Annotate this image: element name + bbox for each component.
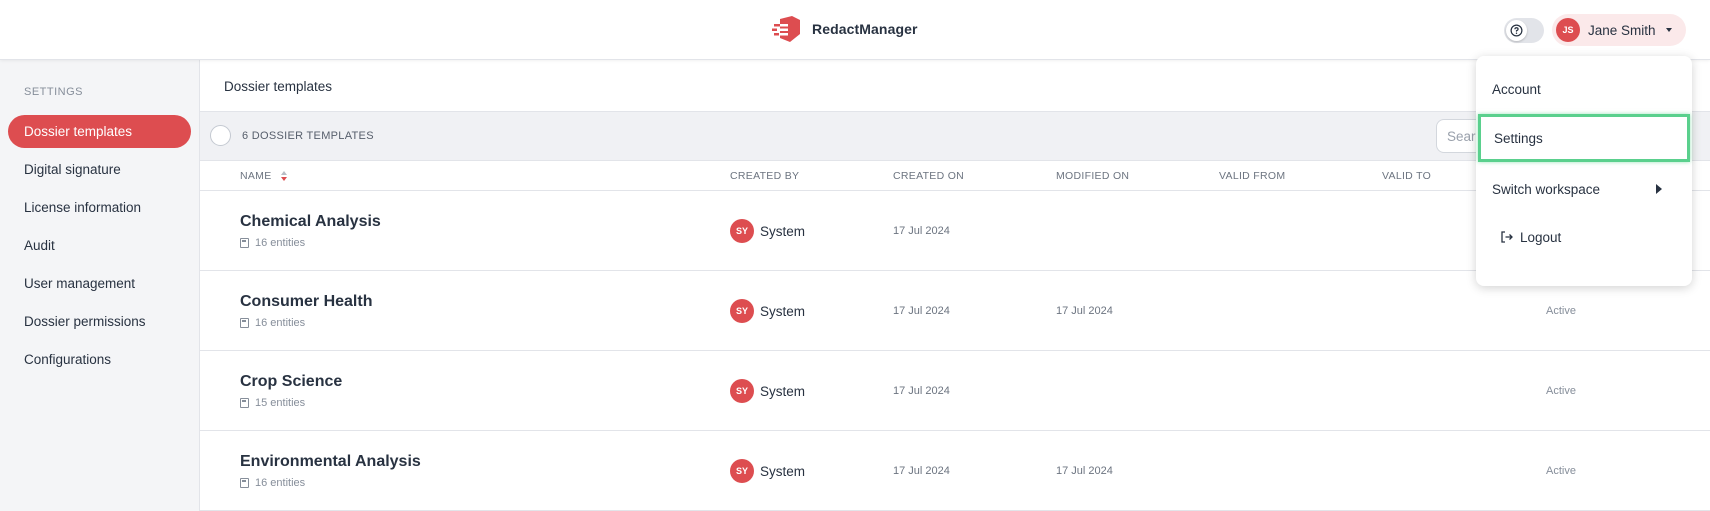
chevron-right-icon <box>1656 184 1662 194</box>
created-by: SY System <box>730 299 805 323</box>
switch-workspace-label: Switch workspace <box>1492 181 1601 197</box>
user-avatar: JS <box>1556 18 1580 42</box>
creator-name: System <box>760 463 806 479</box>
sidebar-item-user-management[interactable]: User management <box>8 267 191 300</box>
modified-on-date: 17 Jul 2024 <box>1056 305 1113 317</box>
document-icon <box>240 478 249 488</box>
top-header: RedactManager JS Jane Smith <box>0 0 1710 60</box>
created-by: SY System <box>730 219 805 243</box>
menu-item-logout[interactable]: Logout <box>1476 215 1692 259</box>
table-row[interactable]: Environmental Analysis 16 entities SY Sy… <box>200 431 1710 511</box>
sidebar-item-dossier-templates[interactable]: Dossier templates <box>8 115 191 148</box>
column-header-created-on[interactable]: CREATED ON <box>893 170 964 182</box>
column-header-name[interactable]: NAME <box>240 170 272 182</box>
created-on-date: 17 Jul 2024 <box>893 465 950 477</box>
creator-name: System <box>760 303 806 319</box>
template-entities: 16 entities <box>240 317 305 329</box>
document-icon <box>240 318 249 328</box>
logout-label: Logout <box>1520 229 1562 245</box>
column-header-valid-to[interactable]: VALID TO <box>1382 170 1431 182</box>
column-header-modified-on[interactable]: MODIFIED ON <box>1056 170 1129 182</box>
templates-count: 6 DOSSIER TEMPLATES <box>242 130 374 142</box>
menu-item-settings[interactable]: Settings <box>1478 114 1690 162</box>
document-icon <box>240 238 249 248</box>
creator-name: System <box>760 383 806 399</box>
page-title: Dossier templates <box>224 79 333 94</box>
sidebar-item-dossier-permissions[interactable]: Dossier permissions <box>8 305 191 338</box>
entities-count: 16 entities <box>255 237 306 249</box>
template-name: Environmental Analysis <box>240 453 421 470</box>
sidebar-item-license-information[interactable]: License information <box>8 191 191 224</box>
creator-avatar: SY <box>730 459 754 483</box>
entities-count: 16 entities <box>255 477 306 489</box>
column-header-valid-from[interactable]: VALID FROM <box>1219 170 1285 182</box>
chevron-down-icon <box>1665 28 1672 32</box>
template-entities: 16 entities <box>240 237 305 249</box>
app-logo[interactable]: RedactManager <box>772 14 918 44</box>
modified-on-date: 17 Jul 2024 <box>1056 465 1113 477</box>
entities-count: 15 entities <box>255 397 306 409</box>
column-header-created-by[interactable]: CREATED BY <box>730 170 799 182</box>
sidebar-item-configurations[interactable]: Configurations <box>8 343 191 376</box>
entities-count: 16 entities <box>255 317 306 329</box>
question-mark-icon <box>1510 24 1523 37</box>
sidebar-item-audit[interactable]: Audit <box>8 229 191 262</box>
creator-avatar: SY <box>730 219 754 243</box>
redactmanager-logo-icon <box>772 16 800 42</box>
created-on-date: 17 Jul 2024 <box>893 225 950 237</box>
template-name: Consumer Health <box>240 293 373 310</box>
template-entities: 15 entities <box>240 397 305 409</box>
menu-item-switch-workspace[interactable]: Switch workspace <box>1476 167 1692 211</box>
user-menu-button[interactable]: JS Jane Smith <box>1552 14 1686 46</box>
status-label: Active <box>1546 385 1576 397</box>
user-name: Jane Smith <box>1588 22 1656 38</box>
template-name: Crop Science <box>240 373 343 390</box>
status-label: Active <box>1546 465 1576 477</box>
creator-name: System <box>760 223 806 239</box>
sidebar-item-digital-signature[interactable]: Digital signature <box>8 153 191 186</box>
menu-item-account[interactable]: Account <box>1476 67 1692 111</box>
user-dropdown-menu: Account Settings Switch workspace Logout <box>1476 56 1692 286</box>
created-by: SY System <box>730 379 805 403</box>
creator-avatar: SY <box>730 379 754 403</box>
select-all-checkbox[interactable] <box>210 125 231 146</box>
created-on-date: 17 Jul 2024 <box>893 385 950 397</box>
help-mode-toggle[interactable] <box>1504 18 1544 43</box>
logout-icon <box>1501 231 1513 243</box>
created-on-date: 17 Jul 2024 <box>893 305 950 317</box>
settings-sidebar: SETTINGS Dossier templates Digital signa… <box>0 60 200 511</box>
app-name: RedactManager <box>812 21 918 37</box>
sort-arrows-icon[interactable] <box>280 170 288 182</box>
template-entities: 16 entities <box>240 477 305 489</box>
created-by: SY System <box>730 459 805 483</box>
status-label: Active <box>1546 305 1576 317</box>
table-row[interactable]: Crop Science 15 entities SY System 17 Ju… <box>200 351 1710 431</box>
document-icon <box>240 398 249 408</box>
creator-avatar: SY <box>730 299 754 323</box>
template-name: Chemical Analysis <box>240 213 381 230</box>
sidebar-heading: SETTINGS <box>24 86 84 98</box>
help-toggle-knob <box>1506 20 1527 41</box>
